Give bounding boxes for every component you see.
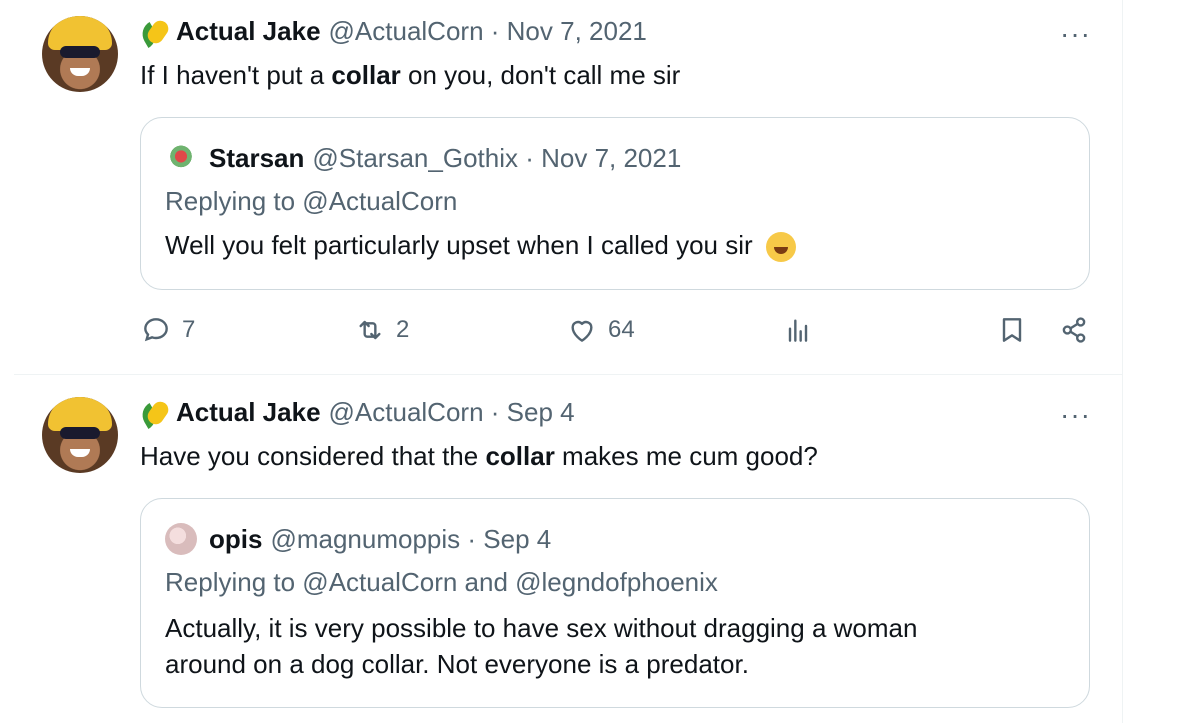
corn-emoji-icon (137, 17, 174, 48)
share-icon (1062, 317, 1086, 343)
tweet-header: Actual Jake @ActualCorn · Sep 4 (137, 397, 575, 429)
author-name[interactable]: Actual Jake (176, 16, 321, 47)
author-handle[interactable]: @ActualCorn (329, 16, 484, 47)
views-button[interactable] (782, 314, 824, 346)
heart-icon (571, 320, 593, 342)
corn-emoji-icon (137, 398, 174, 429)
tweet-actions: 7 2 64 (0, 314, 1122, 350)
like-button[interactable]: 64 (566, 314, 635, 346)
avatar-smile (70, 449, 90, 457)
quoted-author-name[interactable]: opis (209, 524, 262, 555)
author-handle[interactable]: @ActualCorn (329, 397, 484, 428)
rolling-laughing-emoji-icon (765, 232, 796, 263)
avatar-smile (70, 68, 90, 76)
separator-dot: · (518, 142, 542, 173)
tweet-date[interactable]: Sep 4 (507, 397, 575, 428)
quoted-text-line: Well you felt particularly upset when I … (165, 230, 753, 260)
tweet-text: If I haven't put a collar on you, don't … (140, 60, 680, 91)
quoted-tweet-header: opis @magnumoppis · Sep 4 (165, 523, 551, 555)
quoted-text-line: around on a dog collar. Not everyone is … (165, 649, 749, 679)
reply-count: 7 (182, 316, 196, 343)
tweet-text-bold: collar (485, 441, 555, 471)
separator-dot: · (460, 523, 484, 554)
timeline-right-border (1122, 0, 1123, 723)
tweet-text-before: Have you considered that the (140, 441, 486, 471)
quoted-tweet[interactable]: opis @magnumoppis · Sep 4 Replying to @A… (140, 498, 1090, 708)
author-avatar[interactable] (42, 16, 118, 92)
retweet-count: 2 (396, 316, 410, 343)
author-name[interactable]: Actual Jake (176, 397, 321, 428)
tweet-text: Have you considered that the collar make… (140, 441, 818, 472)
tweet-text-after: on you, don't call me sir (400, 60, 681, 90)
avatar-glasses (60, 427, 100, 439)
quoted-author-handle[interactable]: @magnumoppis (270, 524, 460, 555)
tweet-text-after: makes me cum good? (554, 441, 818, 471)
separator-dot: · (483, 397, 507, 427)
bookmark-button[interactable] (996, 314, 1038, 346)
separator-dot: · (483, 16, 507, 46)
share-button[interactable] (1058, 314, 1100, 346)
quoted-author-name[interactable]: Starsan (209, 143, 304, 174)
more-options-icon[interactable]: ··· (1060, 399, 1091, 431)
reply-icon (144, 318, 168, 342)
quoted-text-line: Actually, it is very possible to have se… (165, 613, 918, 643)
bookmark-icon (1002, 318, 1022, 342)
replying-to[interactable]: Replying to @ActualCorn and @legndofphoe… (165, 567, 718, 598)
tweet-1[interactable]: Actual Jake @ActualCorn · Nov 7, 2021 ··… (0, 0, 1122, 374)
quoted-tweet-header: Starsan @Starsan_Gothix · Nov 7, 2021 (165, 142, 681, 174)
more-options-icon[interactable]: ··· (1060, 18, 1091, 50)
quoted-tweet-date[interactable]: Sep 4 (483, 524, 551, 555)
avatar-hat (48, 16, 112, 50)
quoted-author-avatar[interactable] (165, 523, 197, 555)
avatar-hat (48, 397, 112, 431)
tweet-text-before: If I haven't put a (140, 60, 332, 90)
avatar-glasses (60, 46, 100, 58)
quoted-author-avatar[interactable] (165, 142, 197, 174)
analytics-icon (788, 319, 808, 342)
quoted-tweet-text: Well you felt particularly upset when I … (165, 230, 796, 263)
quoted-tweet-date[interactable]: Nov 7, 2021 (541, 143, 681, 174)
tweet-text-bold: collar (331, 60, 401, 90)
author-avatar[interactable] (42, 397, 118, 473)
retweet-button[interactable]: 2 (354, 314, 409, 346)
tweet-date[interactable]: Nov 7, 2021 (507, 16, 647, 47)
reply-button[interactable]: 7 (140, 314, 195, 346)
quoted-author-handle[interactable]: @Starsan_Gothix (312, 143, 518, 174)
replying-to[interactable]: Replying to @ActualCorn (165, 186, 457, 217)
tweet-header: Actual Jake @ActualCorn · Nov 7, 2021 (137, 16, 647, 48)
tweet-2[interactable]: Actual Jake @ActualCorn · Sep 4 ··· Have… (0, 375, 1122, 723)
retweet-icon (359, 320, 381, 340)
quoted-tweet[interactable]: Starsan @Starsan_Gothix · Nov 7, 2021 Re… (140, 117, 1090, 290)
like-count: 64 (608, 316, 635, 343)
